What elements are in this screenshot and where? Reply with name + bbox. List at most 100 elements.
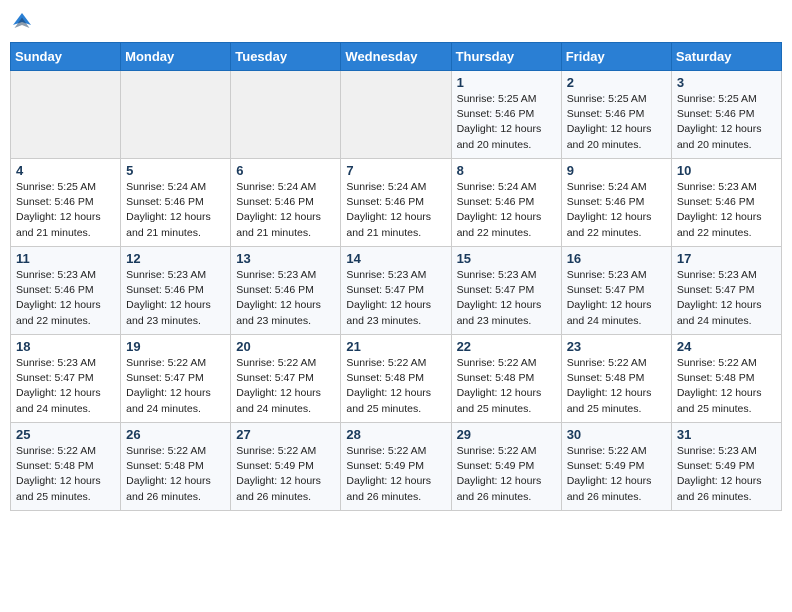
- day-cell: [121, 71, 231, 159]
- day-info: Sunrise: 5:23 AM Sunset: 5:47 PM Dayligh…: [457, 268, 556, 329]
- day-number: 22: [457, 339, 556, 354]
- day-info: Sunrise: 5:24 AM Sunset: 5:46 PM Dayligh…: [236, 180, 335, 241]
- day-info: Sunrise: 5:22 AM Sunset: 5:48 PM Dayligh…: [567, 356, 666, 417]
- week-row-3: 11 Sunrise: 5:23 AM Sunset: 5:46 PM Dayli…: [11, 247, 782, 335]
- day-info: Sunrise: 5:23 AM Sunset: 5:47 PM Dayligh…: [567, 268, 666, 329]
- day-info: Sunrise: 5:24 AM Sunset: 5:46 PM Dayligh…: [346, 180, 445, 241]
- day-number: 15: [457, 251, 556, 266]
- day-number: 3: [677, 75, 776, 90]
- day-cell: 31 Sunrise: 5:23 AM Sunset: 5:49 PM Dayli…: [671, 423, 781, 511]
- day-number: 20: [236, 339, 335, 354]
- day-number: 25: [16, 427, 115, 442]
- day-info: Sunrise: 5:22 AM Sunset: 5:48 PM Dayligh…: [457, 356, 556, 417]
- day-cell: 5 Sunrise: 5:24 AM Sunset: 5:46 PM Daylig…: [121, 159, 231, 247]
- day-info: Sunrise: 5:22 AM Sunset: 5:48 PM Dayligh…: [126, 444, 225, 505]
- day-cell: [11, 71, 121, 159]
- header-monday: Monday: [121, 43, 231, 71]
- day-info: Sunrise: 5:25 AM Sunset: 5:46 PM Dayligh…: [457, 92, 556, 153]
- day-number: 8: [457, 163, 556, 178]
- day-number: 13: [236, 251, 335, 266]
- day-cell: 9Sunrise: 5:24 AM Sunset: 5:46 PM Daylig…: [561, 159, 671, 247]
- header-wednesday: Wednesday: [341, 43, 451, 71]
- header-friday: Friday: [561, 43, 671, 71]
- day-info: Sunrise: 5:22 AM Sunset: 5:47 PM Dayligh…: [126, 356, 225, 417]
- day-number: 27: [236, 427, 335, 442]
- day-number: 9: [567, 163, 666, 178]
- day-cell: 16 Sunrise: 5:23 AM Sunset: 5:47 PM Dayli…: [561, 247, 671, 335]
- day-info: Sunrise: 5:23 AM Sunset: 5:46 PM Dayligh…: [16, 268, 115, 329]
- header-saturday: Saturday: [671, 43, 781, 71]
- day-number: 29: [457, 427, 556, 442]
- day-number: 21: [346, 339, 445, 354]
- header-row: SundayMondayTuesdayWednesdayThursdayFrid…: [11, 43, 782, 71]
- day-cell: [231, 71, 341, 159]
- day-cell: 10 Sunrise: 5:23 AM Sunset: 5:46 PM Dayli…: [671, 159, 781, 247]
- logo-icon: [10, 10, 34, 34]
- day-number: 31: [677, 427, 776, 442]
- day-cell: 1 Sunrise: 5:25 AM Sunset: 5:46 PM Daylig…: [451, 71, 561, 159]
- day-number: 5: [126, 163, 225, 178]
- day-cell: 13 Sunrise: 5:23 AM Sunset: 5:46 PM Dayli…: [231, 247, 341, 335]
- day-cell: 11 Sunrise: 5:23 AM Sunset: 5:46 PM Dayli…: [11, 247, 121, 335]
- day-info: Sunrise: 5:22 AM Sunset: 5:48 PM Dayligh…: [677, 356, 776, 417]
- calendar-body: 1 Sunrise: 5:25 AM Sunset: 5:46 PM Daylig…: [11, 71, 782, 511]
- week-row-2: 4 Sunrise: 5:25 AM Sunset: 5:46 PM Daylig…: [11, 159, 782, 247]
- day-info: Sunrise: 5:25 AM Sunset: 5:46 PM Dayligh…: [16, 180, 115, 241]
- day-info: Sunrise: 5:22 AM Sunset: 5:47 PM Dayligh…: [236, 356, 335, 417]
- day-number: 10: [677, 163, 776, 178]
- day-cell: 26Sunrise: 5:22 AM Sunset: 5:48 PM Dayli…: [121, 423, 231, 511]
- day-info: Sunrise: 5:23 AM Sunset: 5:47 PM Dayligh…: [346, 268, 445, 329]
- day-number: 16: [567, 251, 666, 266]
- calendar-header: SundayMondayTuesdayWednesdayThursdayFrid…: [11, 43, 782, 71]
- day-info: Sunrise: 5:22 AM Sunset: 5:48 PM Dayligh…: [346, 356, 445, 417]
- day-cell: 12Sunrise: 5:23 AM Sunset: 5:46 PM Dayli…: [121, 247, 231, 335]
- day-cell: 29 Sunrise: 5:22 AM Sunset: 5:49 PM Dayli…: [451, 423, 561, 511]
- day-cell: 20 Sunrise: 5:22 AM Sunset: 5:47 PM Dayli…: [231, 335, 341, 423]
- day-cell: 18 Sunrise: 5:23 AM Sunset: 5:47 PM Dayli…: [11, 335, 121, 423]
- day-info: Sunrise: 5:22 AM Sunset: 5:48 PM Dayligh…: [16, 444, 115, 505]
- day-number: 6: [236, 163, 335, 178]
- day-cell: 17 Sunrise: 5:23 AM Sunset: 5:47 PM Dayli…: [671, 247, 781, 335]
- day-info: Sunrise: 5:22 AM Sunset: 5:49 PM Dayligh…: [567, 444, 666, 505]
- day-number: 1: [457, 75, 556, 90]
- calendar-table: SundayMondayTuesdayWednesdayThursdayFrid…: [10, 42, 782, 511]
- day-cell: 22 Sunrise: 5:22 AM Sunset: 5:48 PM Dayli…: [451, 335, 561, 423]
- day-cell: 23 Sunrise: 5:22 AM Sunset: 5:48 PM Dayli…: [561, 335, 671, 423]
- day-number: 4: [16, 163, 115, 178]
- day-cell: 2Sunrise: 5:25 AM Sunset: 5:46 PM Daylig…: [561, 71, 671, 159]
- day-number: 17: [677, 251, 776, 266]
- day-cell: 7Sunrise: 5:24 AM Sunset: 5:46 PM Daylig…: [341, 159, 451, 247]
- week-row-5: 25 Sunrise: 5:22 AM Sunset: 5:48 PM Dayli…: [11, 423, 782, 511]
- page-header: [10, 10, 782, 34]
- day-info: Sunrise: 5:22 AM Sunset: 5:49 PM Dayligh…: [236, 444, 335, 505]
- day-number: 28: [346, 427, 445, 442]
- logo: [10, 10, 38, 34]
- day-cell: 6 Sunrise: 5:24 AM Sunset: 5:46 PM Daylig…: [231, 159, 341, 247]
- day-info: Sunrise: 5:25 AM Sunset: 5:46 PM Dayligh…: [567, 92, 666, 153]
- day-cell: 3 Sunrise: 5:25 AM Sunset: 5:46 PM Daylig…: [671, 71, 781, 159]
- day-info: Sunrise: 5:23 AM Sunset: 5:47 PM Dayligh…: [677, 268, 776, 329]
- day-number: 23: [567, 339, 666, 354]
- day-number: 30: [567, 427, 666, 442]
- day-cell: 19Sunrise: 5:22 AM Sunset: 5:47 PM Dayli…: [121, 335, 231, 423]
- day-info: Sunrise: 5:23 AM Sunset: 5:46 PM Dayligh…: [677, 180, 776, 241]
- day-number: 11: [16, 251, 115, 266]
- day-info: Sunrise: 5:23 AM Sunset: 5:47 PM Dayligh…: [16, 356, 115, 417]
- day-cell: 15 Sunrise: 5:23 AM Sunset: 5:47 PM Dayli…: [451, 247, 561, 335]
- week-row-1: 1 Sunrise: 5:25 AM Sunset: 5:46 PM Daylig…: [11, 71, 782, 159]
- day-cell: [341, 71, 451, 159]
- day-cell: 30 Sunrise: 5:22 AM Sunset: 5:49 PM Dayli…: [561, 423, 671, 511]
- day-info: Sunrise: 5:23 AM Sunset: 5:46 PM Dayligh…: [236, 268, 335, 329]
- day-cell: 27 Sunrise: 5:22 AM Sunset: 5:49 PM Dayli…: [231, 423, 341, 511]
- day-number: 18: [16, 339, 115, 354]
- day-cell: 8Sunrise: 5:24 AM Sunset: 5:46 PM Daylig…: [451, 159, 561, 247]
- day-cell: 14Sunrise: 5:23 AM Sunset: 5:47 PM Dayli…: [341, 247, 451, 335]
- week-row-4: 18 Sunrise: 5:23 AM Sunset: 5:47 PM Dayli…: [11, 335, 782, 423]
- day-cell: 25 Sunrise: 5:22 AM Sunset: 5:48 PM Dayli…: [11, 423, 121, 511]
- day-info: Sunrise: 5:25 AM Sunset: 5:46 PM Dayligh…: [677, 92, 776, 153]
- day-number: 24: [677, 339, 776, 354]
- day-info: Sunrise: 5:22 AM Sunset: 5:49 PM Dayligh…: [346, 444, 445, 505]
- day-info: Sunrise: 5:22 AM Sunset: 5:49 PM Dayligh…: [457, 444, 556, 505]
- day-info: Sunrise: 5:24 AM Sunset: 5:46 PM Dayligh…: [126, 180, 225, 241]
- day-info: Sunrise: 5:23 AM Sunset: 5:49 PM Dayligh…: [677, 444, 776, 505]
